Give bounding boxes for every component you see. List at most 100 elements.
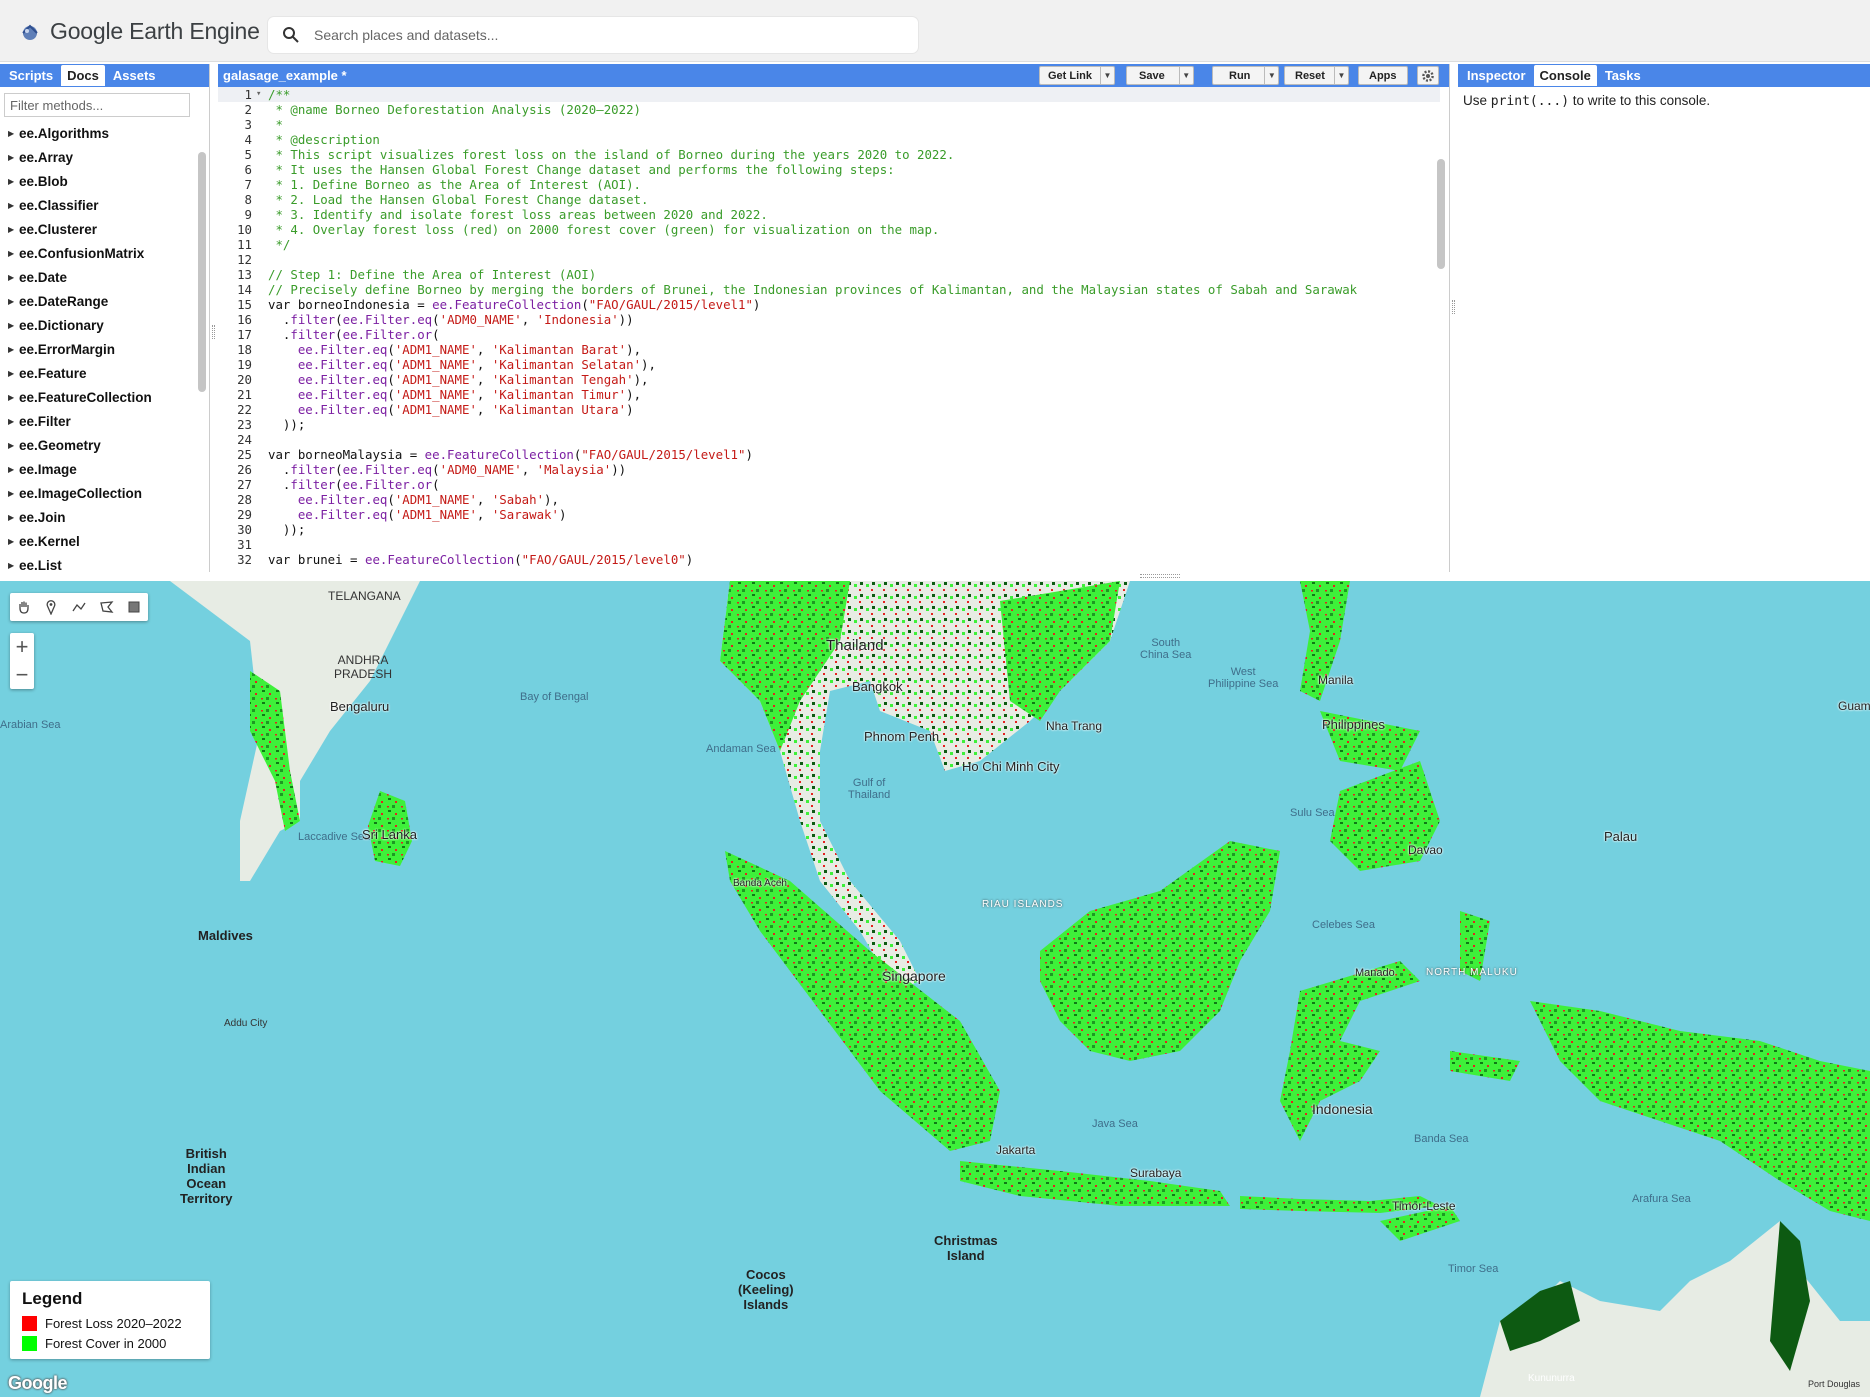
code-line[interactable]: 22 ee.Filter.eq('ADM1_NAME', 'Kalimantan… (218, 402, 1440, 417)
docs-item[interactable]: ▶ ee.DateRange (8, 289, 209, 313)
docs-item[interactable]: ▶ ee.Classifier (8, 193, 209, 217)
chevron-down-icon[interactable]: ▼ (1100, 67, 1114, 84)
code-line[interactable]: 14 // Precisely define Borneo by merging … (218, 282, 1440, 297)
code-editor[interactable]: 1 ▾/** 2 * @name Borneo Deforestation Anal… (218, 87, 1440, 572)
app-logo[interactable]: Google Earth Engine (18, 18, 260, 45)
chevron-down-icon[interactable]: ▼ (1264, 67, 1278, 84)
draw-shape-tool[interactable] (93, 593, 121, 621)
caret-right-icon[interactable]: ▶ (8, 465, 19, 474)
search-box[interactable] (268, 17, 918, 53)
zoom-in-button[interactable]: + (10, 633, 34, 661)
tab-console[interactable]: Console (1533, 65, 1597, 86)
docs-item[interactable]: ▶ ee.FeatureCollection (8, 385, 209, 409)
caret-right-icon[interactable]: ▶ (8, 249, 19, 258)
docs-item[interactable]: ▶ ee.ConfusionMatrix (8, 241, 209, 265)
code-line[interactable]: 21 ee.Filter.eq('ADM1_NAME', 'Kalimantan… (218, 387, 1440, 402)
code-line[interactable]: 18 ee.Filter.eq('ADM1_NAME', 'Kalimantan… (218, 342, 1440, 357)
caret-right-icon[interactable]: ▶ (8, 441, 19, 450)
caret-right-icon[interactable]: ▶ (8, 153, 19, 162)
tab-inspector[interactable]: Inspector (1461, 65, 1532, 86)
code-line[interactable]: 29 ee.Filter.eq('ADM1_NAME', 'Sarawak') (218, 507, 1440, 522)
code-line[interactable]: 6 * It uses the Hansen Global Forest Cha… (218, 162, 1440, 177)
code-line[interactable]: 12 (218, 252, 1440, 267)
code-line[interactable]: 4 * @description (218, 132, 1440, 147)
tab-docs[interactable]: Docs (61, 65, 105, 86)
caret-right-icon[interactable]: ▶ (8, 129, 19, 138)
apps-button[interactable]: Apps (1358, 66, 1408, 85)
docs-item[interactable]: ▶ ee.Join (8, 505, 209, 529)
caret-right-icon[interactable]: ▶ (8, 201, 19, 210)
code-line[interactable]: 25 var borneoMalaysia = ee.FeatureCollect… (218, 447, 1440, 462)
code-line[interactable]: 1 ▾/** (218, 87, 1440, 102)
code-line[interactable]: 19 ee.Filter.eq('ADM1_NAME', 'Kalimantan… (218, 357, 1440, 372)
caret-right-icon[interactable]: ▶ (8, 561, 19, 570)
code-line[interactable]: 10 * 4. Overlay forest loss (red) on 200… (218, 222, 1440, 237)
code-line[interactable]: 11 */ (218, 237, 1440, 252)
code-line[interactable]: 24 (218, 432, 1440, 447)
code-line[interactable]: 32 var brunei = ee.FeatureCollection("FAO… (218, 552, 1440, 567)
code-line[interactable]: 13 // Step 1: Define the Area of Interest… (218, 267, 1440, 282)
code-line[interactable]: 9 * 3. Identify and isolate forest loss … (218, 207, 1440, 222)
code-line[interactable]: 7 * 1. Define Borneo as the Area of Inte… (218, 177, 1440, 192)
draw-line-tool[interactable] (65, 593, 93, 621)
code-line[interactable]: 2 * @name Borneo Deforestation Analysis … (218, 102, 1440, 117)
code-line[interactable]: 23 )); (218, 417, 1440, 432)
code-line[interactable]: 8 * 2. Load the Hansen Global Forest Cha… (218, 192, 1440, 207)
fold-arrow-icon[interactable]: ▾ (256, 87, 268, 102)
add-marker-tool[interactable] (38, 593, 66, 621)
code-line[interactable]: 30 )); (218, 522, 1440, 537)
caret-right-icon[interactable]: ▶ (8, 321, 19, 330)
code-line[interactable]: 5 * This script visualizes forest loss o… (218, 147, 1440, 162)
docs-item[interactable]: ▶ ee.Clusterer (8, 217, 209, 241)
draw-rectangle-tool[interactable] (120, 593, 148, 621)
caret-right-icon[interactable]: ▶ (8, 489, 19, 498)
docs-item[interactable]: ▶ ee.Kernel (8, 529, 209, 553)
caret-right-icon[interactable]: ▶ (8, 537, 19, 546)
left-scrollbar[interactable] (198, 152, 206, 392)
docs-item[interactable]: ▶ ee.Feature (8, 361, 209, 385)
run-button[interactable]: Run ▼ (1212, 66, 1280, 85)
code-line[interactable]: 27 . filter(ee.Filter.or( (218, 477, 1440, 492)
docs-item[interactable]: ▶ ee.Blob (8, 169, 209, 193)
docs-item[interactable]: ▶ ee.Image (8, 457, 209, 481)
docs-item[interactable]: ▶ ee.Algorithms (8, 121, 209, 145)
caret-right-icon[interactable]: ▶ (8, 225, 19, 234)
docs-item[interactable]: ▶ ee.ImageCollection (8, 481, 209, 505)
docs-item[interactable]: ▶ ee.List (8, 553, 209, 577)
filter-methods-input[interactable] (4, 93, 190, 117)
save-button[interactable]: Save ▼ (1126, 66, 1194, 85)
code-line[interactable]: 20 ee.Filter.eq('ADM1_NAME', 'Kalimantan… (218, 372, 1440, 387)
docs-item[interactable]: ▶ ee.Date (8, 265, 209, 289)
code-line[interactable]: 31 (218, 537, 1440, 552)
docs-item[interactable]: ▶ ee.Dictionary (8, 313, 209, 337)
map-view[interactable]: TELANGANA ANDHRA PRADESH Arabian Sea Bay… (0, 581, 1870, 1397)
zoom-out-button[interactable]: − (10, 661, 34, 689)
caret-right-icon[interactable]: ▶ (8, 345, 19, 354)
docs-item[interactable]: ▶ ee.Filter (8, 409, 209, 433)
code-line[interactable]: 15 var borneoIndonesia = ee.FeatureCollec… (218, 297, 1440, 312)
settings-button[interactable] (1417, 66, 1439, 85)
tab-assets[interactable]: Assets (107, 65, 162, 86)
left-splitter[interactable] (212, 325, 215, 339)
code-line[interactable]: 17 . filter(ee.Filter.or( (218, 327, 1440, 342)
pan-tool[interactable] (10, 593, 38, 621)
caret-right-icon[interactable]: ▶ (8, 177, 19, 186)
search-input[interactable] (314, 27, 918, 43)
code-line[interactable]: 16 . filter(ee.Filter.eq('ADM0_NAME', 'In… (218, 312, 1440, 327)
get-link-button[interactable]: Get Link ▼ (1039, 66, 1116, 85)
tab-tasks[interactable]: Tasks (1599, 65, 1647, 86)
chevron-down-icon[interactable]: ▼ (1333, 67, 1348, 84)
docs-item[interactable]: ▶ ee.Array (8, 145, 209, 169)
chevron-down-icon[interactable]: ▼ (1178, 67, 1193, 84)
reset-button[interactable]: Reset ▼ (1284, 66, 1349, 85)
tab-scripts[interactable]: Scripts (3, 65, 59, 86)
map-splitter[interactable] (1140, 574, 1180, 578)
caret-right-icon[interactable]: ▶ (8, 369, 19, 378)
code-line[interactable]: 28 ee.Filter.eq('ADM1_NAME', 'Sabah'), (218, 492, 1440, 507)
code-line[interactable]: 3 * (218, 117, 1440, 132)
right-splitter[interactable] (1452, 300, 1455, 314)
editor-scrollbar[interactable] (1437, 159, 1445, 269)
caret-right-icon[interactable]: ▶ (8, 297, 19, 306)
code-line[interactable]: 26 . filter(ee.Filter.eq('ADM0_NAME', 'Ma… (218, 462, 1440, 477)
docs-item[interactable]: ▶ ee.ErrorMargin (8, 337, 209, 361)
